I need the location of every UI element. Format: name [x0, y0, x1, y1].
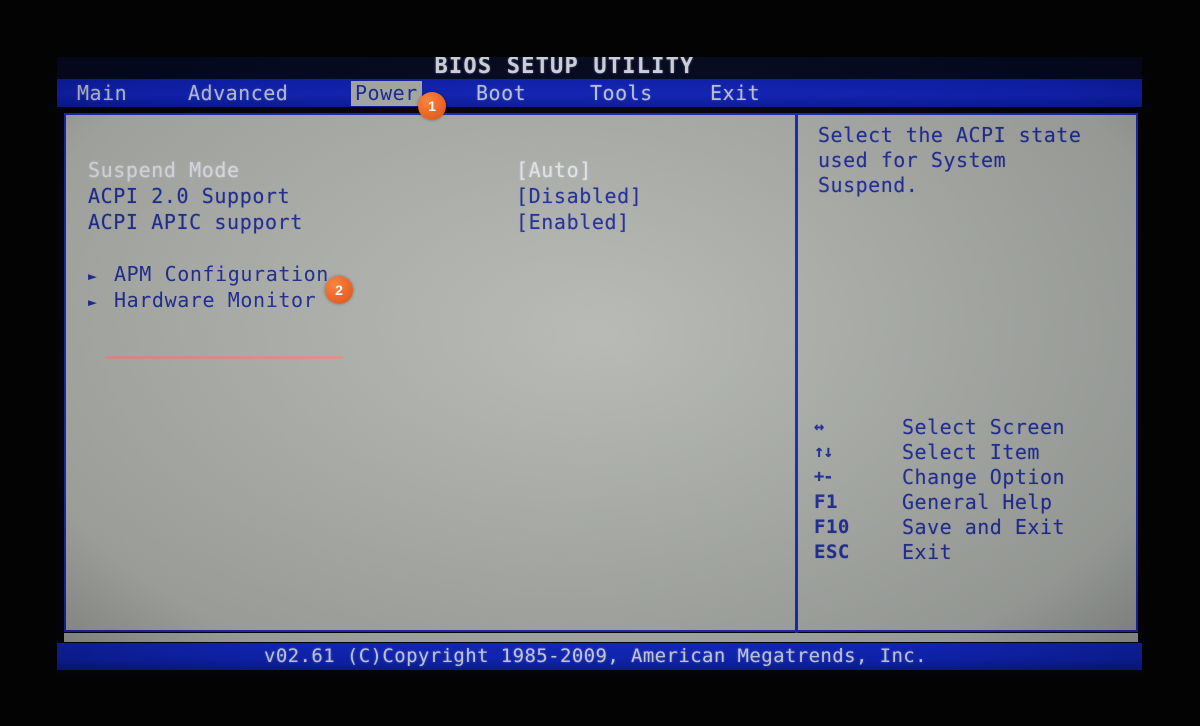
setting-value-acpi-apic[interactable]: [Enabled]: [516, 209, 630, 235]
legend-row-save-and-exit: F10 Save and Exit: [814, 515, 1134, 540]
footer-copyright: v02.61 (C)Copyright 1985-2009, American …: [264, 645, 927, 667]
footer-bar: v02.61 (C)Copyright 1985-2009, American …: [57, 643, 1142, 670]
legend-desc-save-and-exit: Save and Exit: [902, 515, 1066, 539]
legend-desc-general-help: General Help: [902, 490, 1053, 514]
page-title: BIOS SETUP UTILITY: [434, 57, 695, 79]
footer-separator: [64, 633, 1138, 642]
legend-desc-change-option: Change Option: [902, 465, 1066, 489]
bios-screenshot: BIOS SETUP UTILITY Main Advanced Power B…: [0, 0, 1200, 726]
submenu-label-apm-configuration: APM Configuration: [114, 262, 329, 286]
legend-desc-select-item: Select Item: [902, 440, 1040, 464]
setting-row-suspend-mode[interactable]: Suspend Mode [Auto]: [66, 157, 786, 183]
annotation-badge-1: 1: [418, 92, 446, 120]
menu-item-tools[interactable]: Tools: [590, 81, 653, 106]
legend-row-select-screen: ↔ Select Screen: [814, 415, 1134, 440]
legend-desc-exit: Exit: [902, 540, 953, 564]
help-description: Select the ACPI state used for System Su…: [818, 123, 1082, 197]
submenu-hardware-monitor[interactable]: ► Hardware Monitor: [88, 287, 316, 313]
legend-row-select-item: ↑↓ Select Item: [814, 440, 1134, 465]
setting-value-suspend-mode[interactable]: [Auto]: [516, 157, 592, 183]
menu-item-exit[interactable]: Exit: [710, 81, 760, 106]
setting-label-acpi20: ACPI 2.0 Support: [88, 184, 291, 208]
menu-item-advanced[interactable]: Advanced: [188, 81, 288, 106]
setting-row-acpi-apic[interactable]: ACPI APIC support [Enabled]: [66, 209, 786, 235]
setting-label-suspend-mode: Suspend Mode: [88, 158, 240, 182]
triangle-right-icon: ►: [88, 293, 98, 311]
submenu-apm-configuration[interactable]: ► APM Configuration: [88, 261, 329, 287]
setting-row-acpi20[interactable]: ACPI 2.0 Support [Disabled]: [66, 183, 786, 209]
legend-row-exit: ESC Exit: [814, 540, 1134, 565]
annotation-badge-2: 2: [325, 276, 353, 304]
panel-divider: [795, 115, 798, 634]
key-legend: ↔ Select Screen ↑↓ Select Item +- Change…: [814, 415, 1134, 565]
legend-desc-select-screen: Select Screen: [902, 415, 1066, 439]
key-f1-label: F1: [814, 491, 838, 513]
setting-label-acpi-apic: ACPI APIC support: [88, 210, 303, 234]
submenu-label-hardware-monitor: Hardware Monitor: [114, 288, 317, 312]
key-f10-label: F10: [814, 516, 850, 538]
legend-row-change-option: +- Change Option: [814, 465, 1134, 490]
bios-screen: BIOS SETUP UTILITY Main Advanced Power B…: [57, 57, 1142, 675]
up-down-arrow-icon: ↑↓: [814, 442, 833, 462]
title-band: BIOS SETUP UTILITY: [57, 57, 1142, 79]
menu-item-main[interactable]: Main: [77, 81, 127, 106]
setting-value-acpi20[interactable]: [Disabled]: [516, 183, 642, 209]
menu-item-boot[interactable]: Boot: [476, 81, 526, 106]
left-right-arrow-icon: ↔: [814, 417, 824, 437]
menu-bar: Main Advanced Power Boot Tools Exit: [57, 79, 1142, 107]
legend-row-general-help: F1 General Help: [814, 490, 1134, 515]
triangle-right-icon: ►: [88, 267, 98, 285]
key-esc-label: ESC: [814, 541, 850, 563]
menu-item-power[interactable]: Power: [351, 81, 422, 106]
plus-minus-icon: +-: [814, 467, 833, 487]
hardware-monitor-highlight-underline: [105, 356, 343, 359]
content-panel: Suspend Mode [Auto] ACPI 2.0 Support [Di…: [64, 113, 1138, 634]
